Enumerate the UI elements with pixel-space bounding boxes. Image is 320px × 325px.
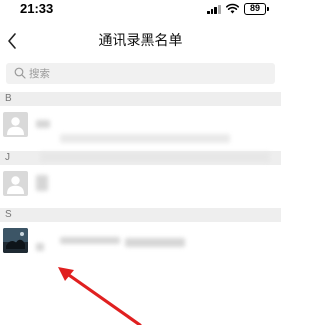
avatar bbox=[3, 228, 28, 253]
photo-avatar-icon bbox=[3, 228, 28, 253]
contact-row[interactable] bbox=[0, 152, 281, 202]
blurred-region bbox=[60, 134, 230, 143]
blurred-name bbox=[36, 175, 48, 191]
blurred-region bbox=[40, 152, 270, 162]
blurred-name bbox=[36, 120, 50, 128]
search-box[interactable] bbox=[6, 63, 275, 84]
wifi-icon bbox=[226, 3, 239, 14]
section-header-b: B bbox=[0, 92, 281, 106]
section-header-s: S bbox=[0, 208, 281, 222]
red-arrow-annotation bbox=[58, 267, 142, 325]
section-letter: J bbox=[5, 152, 10, 163]
default-avatar-icon bbox=[7, 117, 24, 135]
default-avatar-icon bbox=[7, 176, 24, 194]
signal-icon bbox=[207, 5, 221, 14]
search-input[interactable] bbox=[29, 63, 259, 84]
section-letter: B bbox=[5, 93, 12, 104]
contact-row[interactable] bbox=[0, 106, 281, 143]
avatar bbox=[3, 112, 28, 137]
blurred-name bbox=[36, 243, 44, 251]
page-title: 通讯录黑名单 bbox=[98, 33, 183, 49]
search-icon bbox=[14, 67, 26, 79]
nav-bar: 通讯录黑名单 bbox=[0, 24, 281, 58]
avatar bbox=[3, 171, 28, 196]
blurred-name bbox=[60, 237, 120, 244]
status-bar: 21:33 89 bbox=[0, 0, 281, 20]
battery-icon: 89 bbox=[244, 3, 269, 15]
battery-level: 89 bbox=[249, 3, 260, 13]
blurred-name bbox=[125, 238, 185, 247]
section-letter: S bbox=[5, 209, 12, 220]
contact-row[interactable] bbox=[0, 222, 281, 259]
status-time: 21:33 bbox=[20, 1, 54, 16]
